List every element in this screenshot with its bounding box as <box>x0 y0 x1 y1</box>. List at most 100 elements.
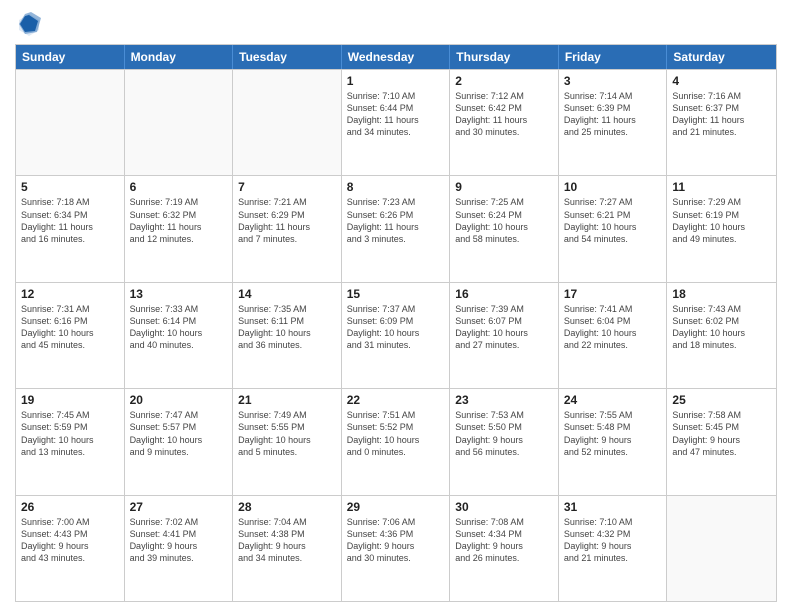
day-number: 13 <box>130 287 228 301</box>
day-number: 12 <box>21 287 119 301</box>
day-number: 1 <box>347 74 445 88</box>
day-number: 20 <box>130 393 228 407</box>
day-cell-13: 13 Sunrise: 7:33 AM Sunset: 6:14 PM Dayli… <box>125 283 234 388</box>
day-details: Sunrise: 7:33 AM Sunset: 6:14 PM Dayligh… <box>130 303 228 352</box>
logo-icon <box>15 10 43 38</box>
day-details: Sunrise: 7:04 AM Sunset: 4:38 PM Dayligh… <box>238 516 336 565</box>
calendar-week-5: 26Sunrise: 7:00 AM Sunset: 4:43 PM Dayli… <box>16 495 776 601</box>
day-details: Sunrise: 7:29 AM Sunset: 6:19 PM Dayligh… <box>672 196 771 245</box>
day-cell-11: 11 Sunrise: 7:29 AM Sunset: 6:19 PM Dayli… <box>667 176 776 281</box>
day-details: Sunrise: 7:00 AM Sunset: 4:43 PM Dayligh… <box>21 516 119 565</box>
day-details: Sunrise: 7:25 AM Sunset: 6:24 PM Dayligh… <box>455 196 553 245</box>
day-cell-3: 3 Sunrise: 7:14 AM Sunset: 6:39 PM Daylig… <box>559 70 668 175</box>
day-cell-17: 17 Sunrise: 7:41 AM Sunset: 6:04 PM Dayli… <box>559 283 668 388</box>
day-number: 8 <box>347 180 445 194</box>
calendar: SundayMondayTuesdayWednesdayThursdayFrid… <box>15 44 777 602</box>
day-cell-20: 20 Sunrise: 7:47 AM Sunset: 5:57 PM Dayli… <box>125 389 234 494</box>
day-number: 3 <box>564 74 662 88</box>
day-cell-12: 12 Sunrise: 7:31 AM Sunset: 6:16 PM Dayli… <box>16 283 125 388</box>
day-number: 14 <box>238 287 336 301</box>
day-details: Sunrise: 7:31 AM Sunset: 6:16 PM Dayligh… <box>21 303 119 352</box>
day-cell-28: 28 Sunrise: 7:04 AM Sunset: 4:38 PM Dayli… <box>233 496 342 601</box>
day-number: 22 <box>347 393 445 407</box>
day-number: 28 <box>238 500 336 514</box>
calendar-week-2: 5 Sunrise: 7:18 AM Sunset: 6:34 PM Daylig… <box>16 175 776 281</box>
day-details: Sunrise: 7:02 AM Sunset: 4:41 PM Dayligh… <box>130 516 228 565</box>
day-details: Sunrise: 7:23 AM Sunset: 6:26 PM Dayligh… <box>347 196 445 245</box>
day-details: Sunrise: 7:27 AM Sunset: 6:21 PM Dayligh… <box>564 196 662 245</box>
header-day-saturday: Saturday <box>667 45 776 69</box>
day-cell-26: 26Sunrise: 7:00 AM Sunset: 4:43 PM Dayli… <box>16 496 125 601</box>
day-details: Sunrise: 7:43 AM Sunset: 6:02 PM Dayligh… <box>672 303 771 352</box>
day-details: Sunrise: 7:14 AM Sunset: 6:39 PM Dayligh… <box>564 90 662 139</box>
header <box>15 10 777 38</box>
day-number: 10 <box>564 180 662 194</box>
header-day-tuesday: Tuesday <box>233 45 342 69</box>
day-details: Sunrise: 7:41 AM Sunset: 6:04 PM Dayligh… <box>564 303 662 352</box>
day-number: 11 <box>672 180 771 194</box>
day-cell-1: 1 Sunrise: 7:10 AM Sunset: 6:44 PM Daylig… <box>342 70 451 175</box>
day-number: 16 <box>455 287 553 301</box>
logo <box>15 10 47 38</box>
day-number: 9 <box>455 180 553 194</box>
header-day-monday: Monday <box>125 45 234 69</box>
day-number: 18 <box>672 287 771 301</box>
day-details: Sunrise: 7:08 AM Sunset: 4:34 PM Dayligh… <box>455 516 553 565</box>
day-cell-15: 15Sunrise: 7:37 AM Sunset: 6:09 PM Dayli… <box>342 283 451 388</box>
day-details: Sunrise: 7:21 AM Sunset: 6:29 PM Dayligh… <box>238 196 336 245</box>
day-number: 23 <box>455 393 553 407</box>
calendar-week-4: 19 Sunrise: 7:45 AM Sunset: 5:59 PM Dayli… <box>16 388 776 494</box>
calendar-week-3: 12 Sunrise: 7:31 AM Sunset: 6:16 PM Dayli… <box>16 282 776 388</box>
day-cell-2: 2 Sunrise: 7:12 AM Sunset: 6:42 PM Daylig… <box>450 70 559 175</box>
day-number: 4 <box>672 74 771 88</box>
day-cell-9: 9 Sunrise: 7:25 AM Sunset: 6:24 PM Daylig… <box>450 176 559 281</box>
calendar-week-1: 1 Sunrise: 7:10 AM Sunset: 6:44 PM Daylig… <box>16 69 776 175</box>
day-number: 17 <box>564 287 662 301</box>
day-details: Sunrise: 7:58 AM Sunset: 5:45 PM Dayligh… <box>672 409 771 458</box>
day-cell-22: 22Sunrise: 7:51 AM Sunset: 5:52 PM Dayli… <box>342 389 451 494</box>
day-details: Sunrise: 7:10 AM Sunset: 4:32 PM Dayligh… <box>564 516 662 565</box>
day-cell-7: 7 Sunrise: 7:21 AM Sunset: 6:29 PM Daylig… <box>233 176 342 281</box>
day-number: 19 <box>21 393 119 407</box>
calendar-page: SundayMondayTuesdayWednesdayThursdayFrid… <box>0 0 792 612</box>
day-cell-6: 6Sunrise: 7:19 AM Sunset: 6:32 PM Daylig… <box>125 176 234 281</box>
day-details: Sunrise: 7:49 AM Sunset: 5:55 PM Dayligh… <box>238 409 336 458</box>
day-number: 2 <box>455 74 553 88</box>
day-number: 27 <box>130 500 228 514</box>
empty-cell <box>233 70 342 175</box>
day-details: Sunrise: 7:53 AM Sunset: 5:50 PM Dayligh… <box>455 409 553 458</box>
day-cell-10: 10 Sunrise: 7:27 AM Sunset: 6:21 PM Dayli… <box>559 176 668 281</box>
day-details: Sunrise: 7:10 AM Sunset: 6:44 PM Dayligh… <box>347 90 445 139</box>
calendar-header: SundayMondayTuesdayWednesdayThursdayFrid… <box>16 45 776 69</box>
day-cell-30: 30 Sunrise: 7:08 AM Sunset: 4:34 PM Dayli… <box>450 496 559 601</box>
day-details: Sunrise: 7:47 AM Sunset: 5:57 PM Dayligh… <box>130 409 228 458</box>
empty-cell <box>16 70 125 175</box>
day-cell-18: 18 Sunrise: 7:43 AM Sunset: 6:02 PM Dayli… <box>667 283 776 388</box>
day-details: Sunrise: 7:45 AM Sunset: 5:59 PM Dayligh… <box>21 409 119 458</box>
day-number: 15 <box>347 287 445 301</box>
empty-cell <box>125 70 234 175</box>
day-details: Sunrise: 7:12 AM Sunset: 6:42 PM Dayligh… <box>455 90 553 139</box>
day-cell-16: 16Sunrise: 7:39 AM Sunset: 6:07 PM Dayli… <box>450 283 559 388</box>
header-day-thursday: Thursday <box>450 45 559 69</box>
header-day-wednesday: Wednesday <box>342 45 451 69</box>
day-details: Sunrise: 7:55 AM Sunset: 5:48 PM Dayligh… <box>564 409 662 458</box>
day-number: 24 <box>564 393 662 407</box>
day-details: Sunrise: 7:06 AM Sunset: 4:36 PM Dayligh… <box>347 516 445 565</box>
day-details: Sunrise: 7:35 AM Sunset: 6:11 PM Dayligh… <box>238 303 336 352</box>
day-number: 7 <box>238 180 336 194</box>
calendar-body: 1 Sunrise: 7:10 AM Sunset: 6:44 PM Daylig… <box>16 69 776 601</box>
day-number: 21 <box>238 393 336 407</box>
day-number: 30 <box>455 500 553 514</box>
day-number: 31 <box>564 500 662 514</box>
day-cell-8: 8 Sunrise: 7:23 AM Sunset: 6:26 PM Daylig… <box>342 176 451 281</box>
day-cell-23: 23 Sunrise: 7:53 AM Sunset: 5:50 PM Dayli… <box>450 389 559 494</box>
day-number: 5 <box>21 180 119 194</box>
day-cell-31: 31 Sunrise: 7:10 AM Sunset: 4:32 PM Dayli… <box>559 496 668 601</box>
day-cell-27: 27 Sunrise: 7:02 AM Sunset: 4:41 PM Dayli… <box>125 496 234 601</box>
day-details: Sunrise: 7:18 AM Sunset: 6:34 PM Dayligh… <box>21 196 119 245</box>
day-number: 6 <box>130 180 228 194</box>
day-details: Sunrise: 7:16 AM Sunset: 6:37 PM Dayligh… <box>672 90 771 139</box>
header-day-sunday: Sunday <box>16 45 125 69</box>
day-cell-19: 19 Sunrise: 7:45 AM Sunset: 5:59 PM Dayli… <box>16 389 125 494</box>
